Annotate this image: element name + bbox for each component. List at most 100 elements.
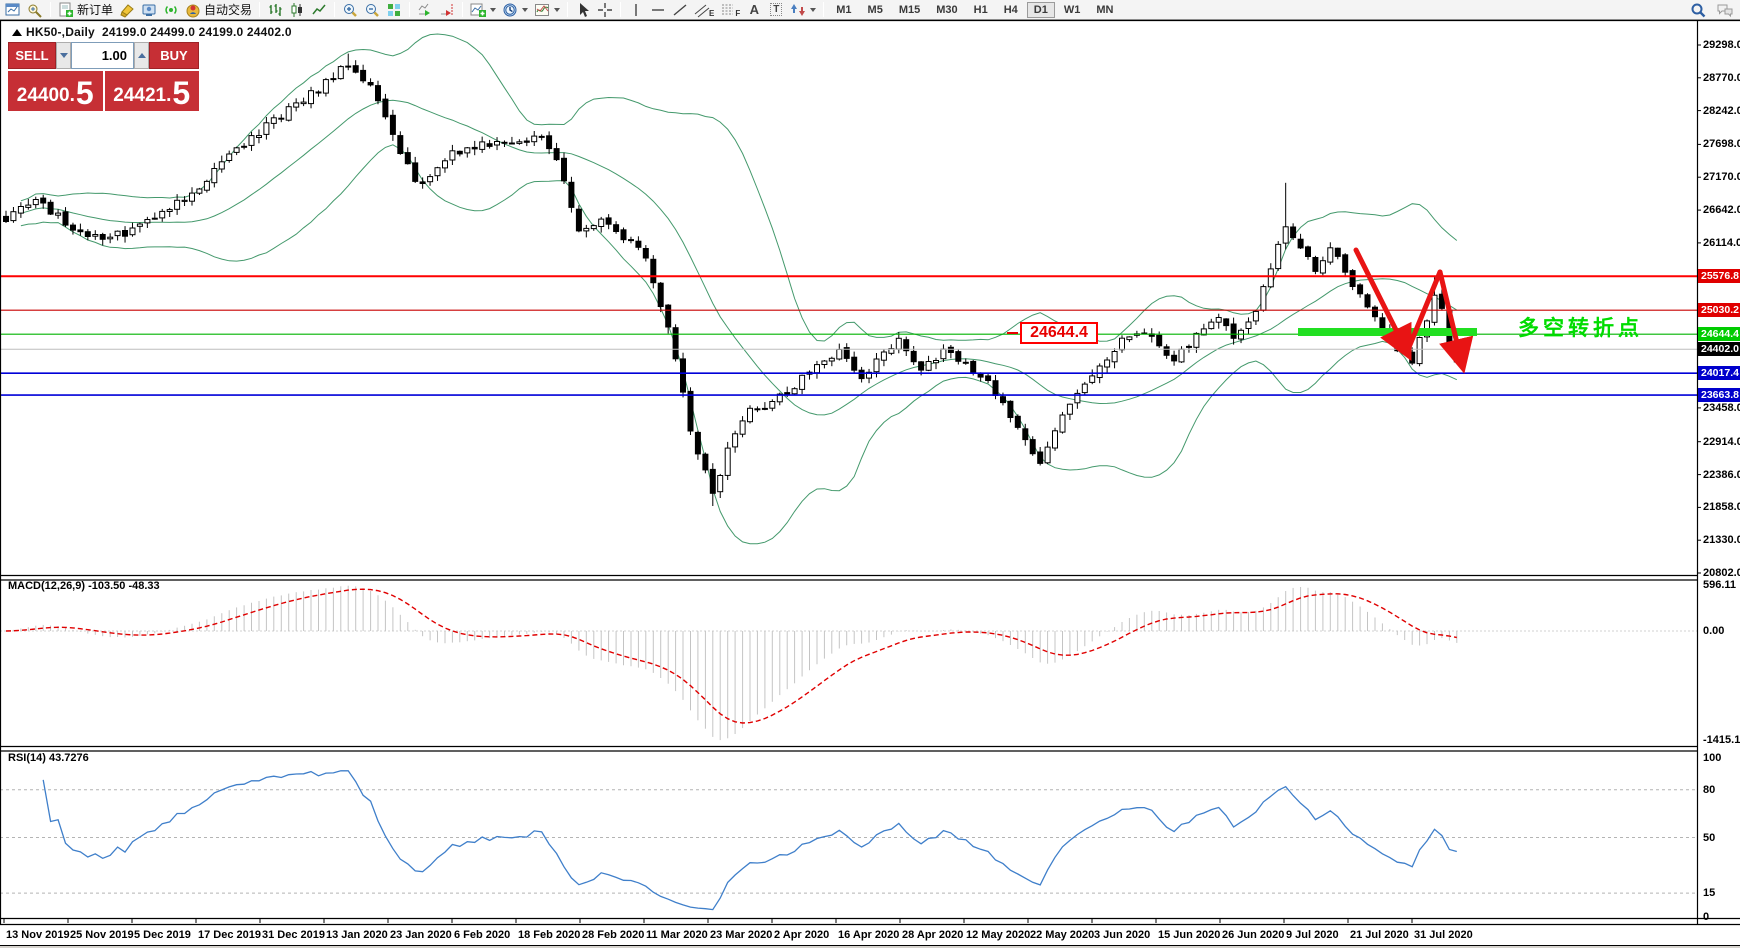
one-click-trading-panel: SELL 1.00 BUY 24400.5 24421.5 xyxy=(8,42,199,111)
sell-button[interactable]: SELL xyxy=(8,42,56,69)
rsi-axis-label: 50 xyxy=(1703,832,1740,844)
macd-signal-line xyxy=(6,589,1457,723)
timeframe-button-MN[interactable]: MN xyxy=(1089,2,1120,18)
new-chart-button[interactable] xyxy=(3,1,23,19)
rsi-axis-label: 15 xyxy=(1703,887,1740,899)
date-axis-label: 6 Feb 2020 xyxy=(454,929,510,941)
timeframe-button-H4[interactable]: H4 xyxy=(997,2,1025,18)
auto-scroll-button[interactable] xyxy=(415,1,435,19)
price-annotation-box[interactable]: 24644.4 xyxy=(1020,322,1098,344)
chart-canvas[interactable] xyxy=(0,0,1740,948)
rsi-line xyxy=(43,771,1457,910)
fibonacci-button[interactable]: F xyxy=(718,1,742,19)
date-axis-label: 26 Jun 2020 xyxy=(1222,929,1284,941)
timeframe-button-W1[interactable]: W1 xyxy=(1057,2,1088,18)
horizontal-line-button[interactable] xyxy=(648,1,668,19)
date-axis-label: 16 Apr 2020 xyxy=(838,929,899,941)
timeframe-button-M5[interactable]: M5 xyxy=(861,2,890,18)
autotrading-button[interactable]: 自动交易 xyxy=(183,1,254,19)
zoom-out-button[interactable] xyxy=(362,1,382,19)
date-axis-label: 23 Mar 2020 xyxy=(710,929,772,941)
trendline-button[interactable] xyxy=(670,1,690,19)
signals-button[interactable] xyxy=(161,1,181,19)
date-axis-label: 12 May 2020 xyxy=(966,929,1030,941)
date-axis-label: 18 Feb 2020 xyxy=(518,929,580,941)
text-button[interactable]: A xyxy=(744,1,764,19)
price-box-dash xyxy=(1007,332,1018,334)
search-icon[interactable] xyxy=(1688,1,1708,19)
fibonacci-letter: F xyxy=(735,9,740,18)
text-label-button[interactable]: T xyxy=(766,1,786,19)
buy-price-main: 24421. xyxy=(113,83,171,109)
price-axis-label: 23458.0 xyxy=(1703,402,1740,414)
templates-dropdown-icon[interactable] xyxy=(554,8,560,12)
channel-button[interactable]: E xyxy=(692,1,716,19)
candlestick-button[interactable] xyxy=(287,1,307,19)
volume-up-button[interactable] xyxy=(134,42,149,69)
date-axis-label: 22 May 2020 xyxy=(1030,929,1094,941)
price-axis-label: 27698.0 xyxy=(1703,138,1740,150)
timeframe-button-D1[interactable]: D1 xyxy=(1027,2,1055,18)
chat-icon[interactable] xyxy=(1714,1,1736,19)
price-axis-label: 22386.0 xyxy=(1703,469,1740,481)
timeframe-button-M1[interactable]: M1 xyxy=(829,2,858,18)
zoom-in-button[interactable] xyxy=(340,1,360,19)
profiles-button[interactable] xyxy=(25,1,45,19)
eraser-icon[interactable] xyxy=(117,1,137,19)
experts-button[interactable] xyxy=(139,1,159,19)
chart-ohlc: 24199.0 24499.0 24199.0 24402.0 xyxy=(102,25,292,39)
date-axis-label: 15 Jun 2020 xyxy=(1158,929,1220,941)
date-axis-label: 31 Dec 2019 xyxy=(262,929,325,941)
date-axis-label: 3 Jun 2020 xyxy=(1094,929,1150,941)
chart-shift-button[interactable] xyxy=(437,1,457,19)
main-toolbar: 新订单 自动交易 E F A T M1M5M15M30H1H4D1W1MN xyxy=(0,0,1740,20)
bar-chart-button[interactable] xyxy=(265,1,285,19)
volume-down-button[interactable] xyxy=(56,42,71,69)
one-click-collapse-icon[interactable] xyxy=(12,29,22,36)
timeframe-button-H1[interactable]: H1 xyxy=(967,2,995,18)
vertical-line-button[interactable] xyxy=(626,1,646,19)
date-axis-label: 13 Nov 2019 xyxy=(6,929,70,941)
zigzag-arrow-down-2[interactable] xyxy=(1440,272,1462,364)
date-axis-label: 28 Apr 2020 xyxy=(902,929,963,941)
zigzag-arrow-down-1[interactable] xyxy=(1356,250,1407,352)
price-tag-23663.8: 23663.8 xyxy=(1698,388,1740,402)
crosshair-button[interactable] xyxy=(595,1,615,19)
line-chart-button[interactable] xyxy=(309,1,329,19)
rsi-axis-label: 0 xyxy=(1703,911,1740,923)
price-tag-24402.0: 24402.0 xyxy=(1698,342,1740,356)
buy-price[interactable]: 24421.5 xyxy=(105,71,200,111)
volume-input[interactable]: 1.00 xyxy=(71,42,134,69)
date-axis-label: 11 Mar 2020 xyxy=(646,929,708,941)
cursor-button[interactable] xyxy=(573,1,593,19)
sell-price[interactable]: 24400.5 xyxy=(8,71,103,111)
new-order-button[interactable]: 新订单 xyxy=(56,1,115,19)
new-order-label: 新订单 xyxy=(77,1,113,18)
periods-button[interactable] xyxy=(500,1,530,19)
macd-axis-label: 0.00 xyxy=(1703,625,1740,637)
price-axis-label: 21858.0 xyxy=(1703,501,1740,513)
arrows-dropdown-icon[interactable] xyxy=(810,8,816,12)
date-axis-label: 25 Nov 2019 xyxy=(70,929,134,941)
stepper-up-icon xyxy=(138,53,146,58)
buy-button[interactable]: BUY xyxy=(149,42,199,69)
indicators-dropdown-icon[interactable] xyxy=(490,8,496,12)
tile-windows-button[interactable] xyxy=(384,1,404,19)
templates-button[interactable] xyxy=(532,1,562,19)
timeframe-buttons: M1M5M15M30H1H4D1W1MN xyxy=(829,2,1120,18)
price-axis-label: 28242.0 xyxy=(1703,105,1740,117)
price-tag-25576.8: 25576.8 xyxy=(1698,269,1740,283)
price-axis-label: 26114.0 xyxy=(1703,237,1740,249)
bollinger-upper-band xyxy=(21,34,1457,341)
turning-point-label[interactable]: 多空转折点 xyxy=(1518,312,1643,342)
indicators-button[interactable] xyxy=(468,1,498,19)
main-chart-area xyxy=(4,34,1460,544)
turning-point-zone-bar[interactable] xyxy=(1298,328,1477,336)
arrows-button[interactable] xyxy=(788,1,818,19)
timeframe-button-M15[interactable]: M15 xyxy=(892,2,927,18)
date-axis-label: 28 Feb 2020 xyxy=(582,929,644,941)
timeframe-button-M30[interactable]: M30 xyxy=(929,2,964,18)
price-tag-24644.4: 24644.4 xyxy=(1698,327,1740,341)
periods-dropdown-icon[interactable] xyxy=(522,8,528,12)
macd-axis-label: 596.11 xyxy=(1703,579,1740,591)
